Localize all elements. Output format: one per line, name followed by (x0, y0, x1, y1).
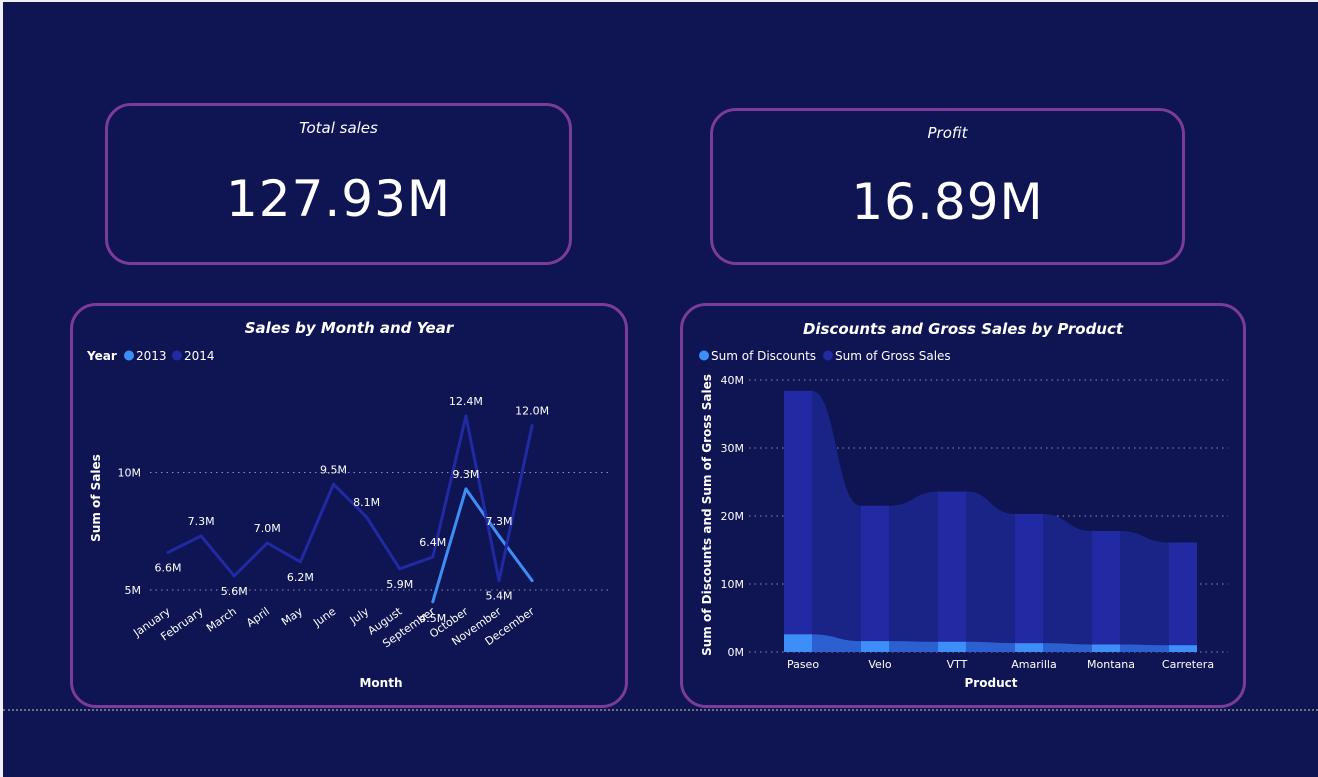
data-label: 12.0M (515, 405, 549, 418)
discounts-bar (1015, 643, 1043, 652)
kpi-title: Profit (927, 124, 968, 142)
x-tick-label: Montana (1087, 658, 1135, 671)
kpi-value: 16.89M (851, 173, 1044, 231)
x-tick-label: May (279, 605, 305, 629)
x-tick-label: VTT (947, 658, 968, 671)
y-tick-label: 0M (728, 646, 745, 659)
discounts-bar (1092, 644, 1120, 652)
gross-sales-bar (1092, 530, 1120, 652)
kpi-title: Total sales (299, 119, 378, 137)
legend-marker-gross-sales (823, 350, 833, 361)
data-label: 5.6M (221, 585, 248, 598)
data-label: 5.9M (386, 578, 413, 591)
discounts-gross-sales-chart[interactable]: Sum of Discounts Sum of Gross Sales 0M 10M 2… (680, 303, 1246, 708)
y-axis-title: Sum of Discounts and Sum of Gross Sales (700, 374, 714, 656)
data-label: 8.1M (353, 496, 380, 509)
x-tick-label: Amarilla (1011, 658, 1056, 671)
kpi-value: 127.93M (225, 170, 452, 228)
y-tick-label: 5M (125, 584, 142, 597)
x-tick-label: April (244, 605, 272, 630)
gross-sales-bar (1169, 542, 1197, 652)
x-tick-label: June (310, 605, 338, 630)
data-point (497, 579, 501, 583)
data-label: 7.3M (188, 515, 215, 528)
discounts-bar (861, 641, 889, 652)
sales-by-month-chart[interactable]: Year 2013 20145M10MSum of SalesMonthJanuar… (70, 303, 628, 708)
data-label: 9.3M (452, 468, 479, 481)
page-divider (3, 709, 1318, 711)
data-point (365, 515, 369, 519)
y-tick-label: 30M (721, 442, 745, 455)
data-label: 12.4M (449, 395, 483, 408)
data-label: 7.3M (486, 515, 513, 528)
y-tick-label: 40M (721, 374, 745, 387)
gross-sales-bar (861, 505, 889, 652)
x-tick-label: Carretera (1162, 658, 1214, 671)
x-tick-label: March (204, 605, 239, 635)
data-label: 6.6M (155, 561, 182, 574)
data-point (464, 414, 468, 418)
y-tick-label: 20M (721, 510, 745, 523)
data-point (398, 567, 402, 571)
data-label: 5.4M (486, 590, 513, 603)
window-border-top (0, 0, 1318, 2)
total-sales-card[interactable]: Total sales 127.93M (105, 103, 572, 265)
legend-marker-2013 (124, 350, 134, 361)
gross-sales-ribbon (784, 390, 1197, 652)
x-tick-label: Paseo (787, 658, 819, 671)
legend-label: Sum of Gross Sales (835, 349, 951, 363)
data-point (199, 534, 203, 538)
y-tick-label: 10M (721, 578, 745, 591)
data-point (530, 579, 534, 583)
data-label: 4.5M (419, 612, 446, 625)
data-label: 9.5M (320, 463, 347, 476)
y-axis-title: Sum of Sales (89, 454, 103, 542)
data-point (298, 560, 302, 564)
data-point (464, 487, 468, 491)
data-point (431, 555, 435, 559)
data-point (166, 550, 170, 554)
data-point (431, 600, 435, 604)
y-tick-label: 10M (118, 467, 142, 480)
data-point (332, 482, 335, 486)
data-point (265, 541, 269, 545)
legend-label: 2014 (184, 349, 215, 363)
legend-title: Year (86, 349, 117, 363)
legend-marker-discounts (699, 350, 709, 361)
x-axis-title: Product (965, 676, 1018, 690)
x-tick-label: Velo (868, 658, 891, 671)
discounts-bar (784, 634, 812, 652)
discounts-bar (938, 641, 966, 652)
legend-marker-2014 (172, 350, 182, 361)
legend-label: Sum of Discounts (711, 349, 816, 363)
data-label: 7.0M (254, 522, 281, 535)
profit-card[interactable]: Profit 16.89M (710, 108, 1185, 265)
data-label: 6.4M (419, 536, 446, 549)
discounts-bar (1169, 645, 1197, 652)
legend-label: 2013 (136, 349, 167, 363)
gross-sales-bar (1015, 513, 1043, 652)
data-point (232, 574, 236, 578)
data-label: 6.2M (287, 571, 314, 584)
series-line-2014 (167, 414, 534, 583)
gross-sales-bar (784, 390, 812, 652)
data-point (497, 534, 501, 538)
window-border-left (0, 0, 3, 777)
gross-sales-bar (938, 491, 966, 652)
data-point (530, 424, 534, 427)
x-axis-title: Month (359, 676, 402, 690)
